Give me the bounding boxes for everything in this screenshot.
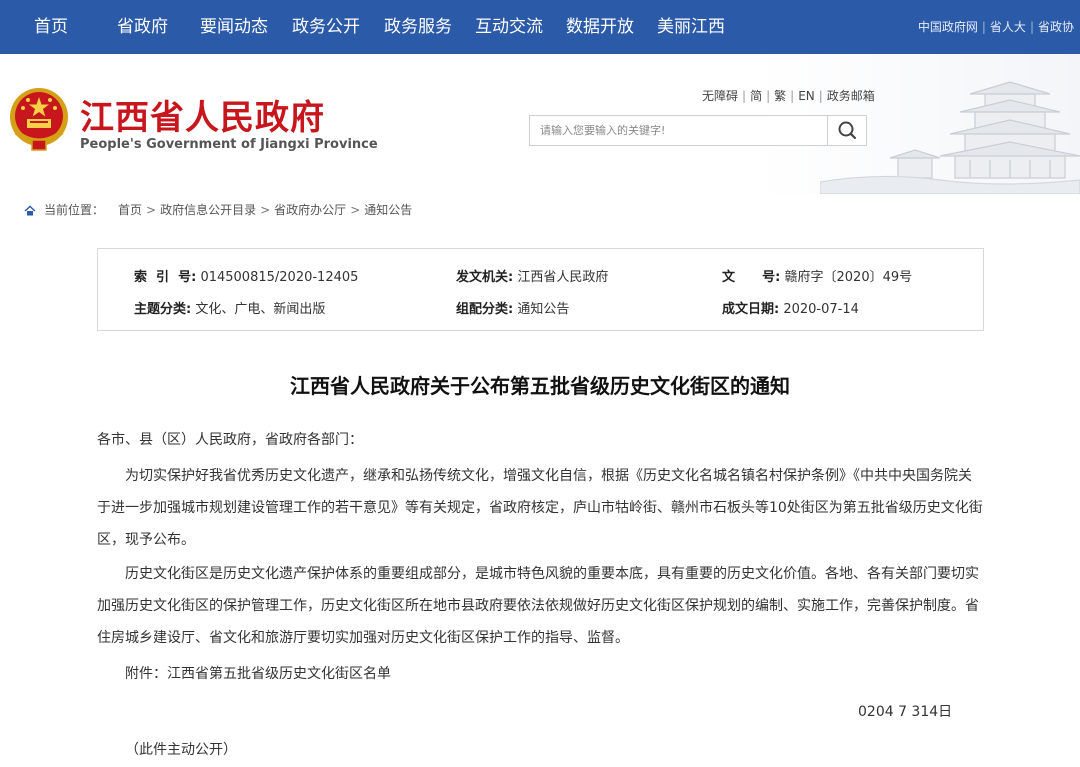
meta-docno-label: 文 号: <box>722 270 781 285</box>
article-salutation: 各市、县（区）人民政府，省政府各部门： <box>97 432 363 448</box>
link-china-gov[interactable]: 中国政府网 <box>918 20 978 34</box>
breadcrumb-home[interactable]: 首页 <box>118 203 142 217</box>
meta-topic-category: 主题分类: 文化、广电、新闻出版 <box>134 298 325 317</box>
top-nav-bar: 首页 省政府 要闻动态 政务公开 政务服务 互动交流 数据开放 美丽江西 中国政… <box>0 0 1080 54</box>
search-input[interactable] <box>530 116 828 145</box>
nav-open-data[interactable]: 数据开放 <box>566 0 634 54</box>
link-provincial-congress[interactable]: 省人大 <box>990 20 1026 34</box>
breadcrumb-notices[interactable]: 通知公告 <box>364 203 412 217</box>
tengwang-pavilion-illustration <box>820 81 1080 194</box>
meta-written-date: 成文日期: 2020-07-14 <box>722 298 859 317</box>
nav-interaction[interactable]: 互动交流 <box>475 0 543 54</box>
divider: | <box>790 89 795 103</box>
site-subtitle: People's Government of Jiangxi Province <box>80 137 378 152</box>
national-emblem-icon <box>10 88 68 151</box>
article-public-note: （此件主动公开） <box>125 742 237 758</box>
site-title: 江西省人民政府 <box>80 98 325 138</box>
document-meta-box: 索 引 号: 014500815/2020-12405 发文机关: 江西省人民政… <box>97 248 984 331</box>
breadcrumb-gov-info-catalog[interactable]: 政府信息公开目录 <box>160 203 256 217</box>
link-provincial-cppcc[interactable]: 省政协 <box>1038 20 1074 34</box>
meta-index-number: 索 引 号: 014500815/2020-12405 <box>134 266 358 285</box>
divider: | <box>742 89 747 103</box>
simplified-chinese-link[interactable]: 简 <box>750 89 762 103</box>
divider: | <box>1029 20 1034 34</box>
breadcrumb-separator: > <box>350 203 361 217</box>
article-paragraph-1: 为切实保护好我省优秀历史文化遗产，继承和弘扬传统文化，增强文化自信，根据《历史文… <box>97 468 983 548</box>
nav-gov-services[interactable]: 政务服务 <box>384 0 452 54</box>
traditional-chinese-link[interactable]: 繁 <box>774 89 786 103</box>
meta-issuer: 发文机关: 江西省人民政府 <box>456 266 608 285</box>
meta-issuer-label: 发文机关: <box>456 270 514 285</box>
meta-index-value: 014500815/2020-12405 <box>200 270 359 285</box>
top-links: 中国政府网 | 省人大 | 省政协 <box>918 0 1074 54</box>
meta-date-value: 2020-07-14 <box>783 302 859 317</box>
meta-topic-value: 文化、广电、新闻出版 <box>195 302 326 317</box>
search-box <box>529 115 867 146</box>
meta-docno-value: 赣府字〔2020〕49号 <box>784 270 913 285</box>
divider: | <box>981 20 986 34</box>
article-attachment[interactable]: 附件：江西省第五批省级历史文化街区名单 <box>125 663 391 683</box>
meta-document-number: 文 号: 赣府字〔2020〕49号 <box>722 266 912 285</box>
meta-group-label: 组配分类: <box>456 302 514 317</box>
english-link[interactable]: EN <box>798 89 815 103</box>
nav-province-government[interactable]: 省政府 <box>117 0 168 54</box>
site-header: 江西省人民政府 People's Government of Jiangxi P… <box>0 54 1080 194</box>
nav-gov-affairs-open[interactable]: 政务公开 <box>292 0 360 54</box>
accessibility-link[interactable]: 无障碍 <box>702 89 738 103</box>
meta-group-category: 组配分类: 通知公告 <box>456 298 569 317</box>
meta-date-label: 成文日期: <box>722 302 780 317</box>
breadcrumb-separator: > <box>260 203 271 217</box>
meta-group-value: 通知公告 <box>517 302 570 317</box>
home-icon <box>24 205 36 215</box>
meta-index-label: 索 引 号: <box>134 270 197 285</box>
breadcrumb: 当前位置： 首页 > 政府信息公开目录 > 省政府办公厅 > 通知公告 <box>24 201 412 219</box>
nav-beautiful-jiangxi[interactable]: 美丽江西 <box>657 0 725 54</box>
breadcrumb-label: 当前位置： <box>44 203 105 217</box>
nav-home[interactable]: 首页 <box>34 0 68 54</box>
divider: | <box>766 89 771 103</box>
meta-topic-label: 主题分类: <box>134 302 192 317</box>
article-paragraph-2: 历史文化街区是历史文化遗产保护体系的重要组成部分，是城市特色风貌的重要本底，具有… <box>97 566 979 646</box>
nav-news[interactable]: 要闻动态 <box>200 0 268 54</box>
breadcrumb-separator: > <box>146 203 157 217</box>
meta-issuer-value: 江西省人民政府 <box>517 270 609 285</box>
breadcrumb-general-office[interactable]: 省政府办公厅 <box>274 203 346 217</box>
article-title: 江西省人民政府关于公布第五批省级历史文化街区的通知 <box>290 374 790 398</box>
article-issue-date: 0204 7 314日 <box>858 704 953 720</box>
